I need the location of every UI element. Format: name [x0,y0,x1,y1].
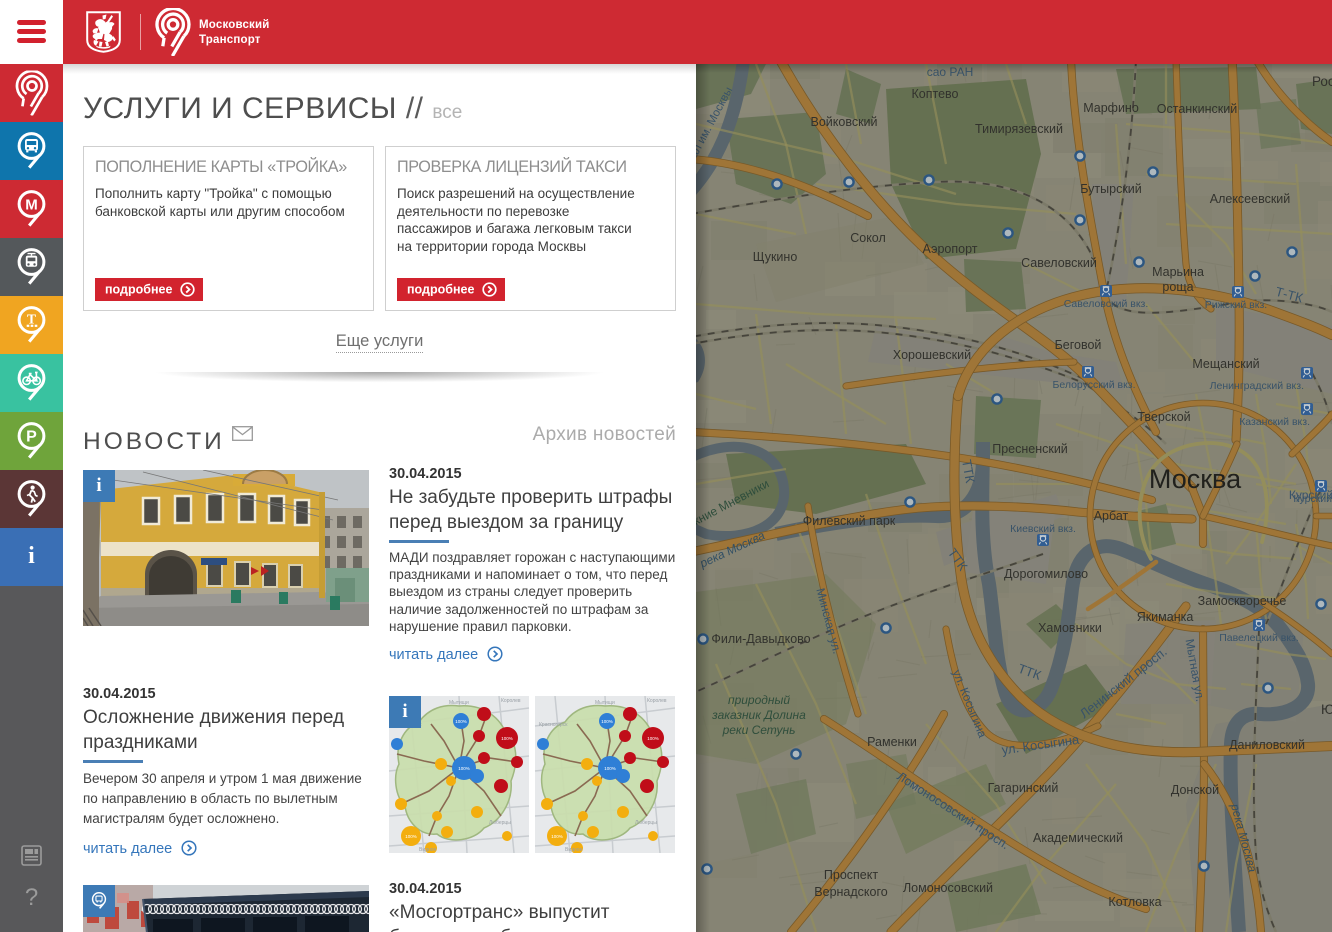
svg-text:Люберцы: Люберцы [635,820,657,826]
svg-text:Королев: Королев [501,698,521,704]
svg-text:Видное: Видное [419,847,437,853]
svg-text:100%: 100% [551,834,563,839]
svg-text:100%: 100% [604,766,616,771]
svg-text:100%: 100% [458,766,470,771]
svg-text:Мытищи: Мытищи [449,700,469,706]
svg-text:Т: Т [26,312,35,327]
svg-text:100%: 100% [647,736,659,741]
svg-text:100%: 100% [601,719,613,724]
svg-text:М: М [25,197,38,214]
svg-text:100%: 100% [405,834,417,839]
svg-text:Люберцы: Люберцы [489,820,511,826]
svg-text:100%: 100% [501,736,513,741]
svg-text:P: P [26,429,37,446]
svg-text:Красногорск: Красногорск [539,722,568,728]
svg-text:Видное: Видное [565,847,583,853]
svg-text:Королев: Королев [647,698,667,704]
svg-text:Мытищи: Мытищи [595,700,615,706]
svg-text:100%: 100% [455,719,467,724]
